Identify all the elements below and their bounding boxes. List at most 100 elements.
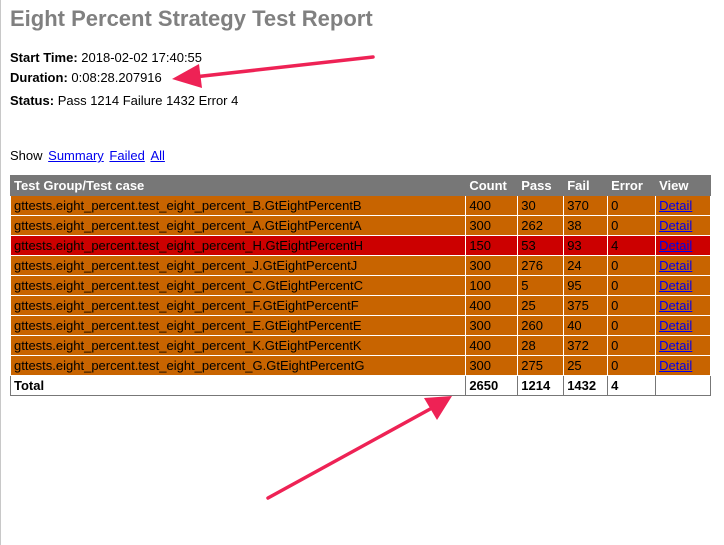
- test-case-name: gttests.eight_percent.test_eight_percent…: [9, 195, 467, 216]
- test-case-name: gttests.eight_percent.test_eight_percent…: [9, 275, 467, 296]
- annotation-arrow-total: [266, 396, 452, 500]
- detail-link[interactable]: Detail: [659, 218, 692, 233]
- test-case-name: gttests.eight_percent.test_eight_percent…: [9, 295, 467, 316]
- count-cell: 400: [465, 195, 519, 216]
- show-label: Show: [10, 148, 43, 163]
- table-row: gttests.eight_percent.test_eight_percent…: [9, 275, 711, 296]
- test-case-name: gttests.eight_percent.test_eight_percent…: [9, 335, 467, 356]
- error-cell: 0: [607, 255, 657, 276]
- start-time-row: Start Time: 2018-02-02 17:40:55: [10, 50, 202, 65]
- fail-cell: 370: [563, 195, 609, 216]
- header-count: Count: [465, 175, 519, 196]
- detail-link[interactable]: Detail: [659, 238, 692, 253]
- table-row: gttests.eight_percent.test_eight_percent…: [9, 355, 711, 376]
- header-test-group: Test Group/Test case: [9, 175, 467, 196]
- count-cell: 300: [465, 315, 519, 336]
- error-cell: 0: [607, 355, 657, 376]
- error-cell: 0: [607, 315, 657, 336]
- table-row: gttests.eight_percent.test_eight_percent…: [9, 255, 711, 276]
- table-row: gttests.eight_percent.test_eight_percent…: [9, 195, 711, 216]
- view-cell: Detail: [655, 315, 711, 336]
- duration-label: Duration:: [10, 70, 68, 85]
- status-value: Pass 1214 Failure 1432 Error 4: [57, 93, 239, 108]
- fail-cell: 38: [563, 215, 609, 236]
- detail-link[interactable]: Detail: [659, 358, 692, 373]
- failed-link[interactable]: Failed: [109, 148, 144, 163]
- test-case-name: gttests.eight_percent.test_eight_percent…: [9, 355, 467, 376]
- fail-cell: 25: [563, 355, 609, 376]
- total-fail: 1432: [563, 375, 609, 396]
- pass-cell: 28: [517, 335, 565, 356]
- test-case-name: gttests.eight_percent.test_eight_percent…: [9, 215, 467, 236]
- table-header-row: Test Group/Test case Count Pass Fail Err…: [9, 175, 711, 196]
- detail-link[interactable]: Detail: [659, 278, 692, 293]
- error-cell: 0: [607, 295, 657, 316]
- table-row: gttests.eight_percent.test_eight_percent…: [9, 215, 711, 236]
- error-cell: 0: [607, 335, 657, 356]
- test-case-name: gttests.eight_percent.test_eight_percent…: [9, 255, 467, 276]
- view-cell: Detail: [655, 335, 711, 356]
- summary-link[interactable]: Summary: [48, 148, 104, 163]
- pass-cell: 275: [517, 355, 565, 376]
- header-error: Error: [607, 175, 657, 196]
- pass-cell: 25: [517, 295, 565, 316]
- count-cell: 300: [465, 215, 519, 236]
- fail-cell: 375: [563, 295, 609, 316]
- detail-link[interactable]: Detail: [659, 258, 692, 273]
- error-cell: 0: [607, 275, 657, 296]
- total-view: [655, 375, 711, 396]
- count-cell: 300: [465, 255, 519, 276]
- table-row: gttests.eight_percent.test_eight_percent…: [9, 335, 711, 356]
- count-cell: 100: [465, 275, 519, 296]
- test-case-name: gttests.eight_percent.test_eight_percent…: [9, 235, 467, 256]
- count-cell: 400: [465, 295, 519, 316]
- count-cell: 300: [465, 355, 519, 376]
- view-cell: Detail: [655, 195, 711, 216]
- detail-link[interactable]: Detail: [659, 298, 692, 313]
- count-cell: 400: [465, 335, 519, 356]
- start-time-value: 2018-02-02 17:40:55: [81, 50, 203, 65]
- fail-cell: 24: [563, 255, 609, 276]
- view-cell: Detail: [655, 255, 711, 276]
- left-border: [0, 0, 1, 545]
- total-row: Total 2650 1214 1432 4: [9, 375, 711, 396]
- error-cell: 4: [607, 235, 657, 256]
- all-link[interactable]: All: [150, 148, 164, 163]
- show-filter: Show Summary Failed All: [10, 148, 165, 163]
- pass-cell: 5: [517, 275, 565, 296]
- view-cell: Detail: [655, 215, 711, 236]
- fail-cell: 95: [563, 275, 609, 296]
- detail-link[interactable]: Detail: [659, 338, 692, 353]
- pass-cell: 30: [517, 195, 565, 216]
- pass-cell: 53: [517, 235, 565, 256]
- total-label: Total: [9, 375, 467, 396]
- total-error: 4: [607, 375, 657, 396]
- fail-cell: 372: [563, 335, 609, 356]
- duration-row: Duration: 0:08:28.207916: [10, 70, 162, 85]
- error-cell: 0: [607, 195, 657, 216]
- count-cell: 150: [465, 235, 519, 256]
- pass-cell: 262: [517, 215, 565, 236]
- header-fail: Fail: [563, 175, 609, 196]
- total-pass: 1214: [517, 375, 565, 396]
- status-row: Status: Pass 1214 Failure 1432 Error 4: [10, 93, 238, 108]
- view-cell: Detail: [655, 355, 711, 376]
- report-title: Eight Percent Strategy Test Report: [10, 6, 373, 31]
- start-time-label: Start Time:: [10, 50, 78, 65]
- detail-link[interactable]: Detail: [659, 198, 692, 213]
- view-cell: Detail: [655, 235, 711, 256]
- header-view: View: [655, 175, 711, 196]
- detail-link[interactable]: Detail: [659, 318, 692, 333]
- status-label: Status:: [10, 93, 55, 108]
- results-table: Test Group/Test case Count Pass Fail Err…: [9, 175, 711, 396]
- duration-value: 0:08:28.207916: [71, 70, 162, 85]
- test-case-name: gttests.eight_percent.test_eight_percent…: [9, 315, 467, 336]
- header-pass: Pass: [517, 175, 565, 196]
- pass-cell: 260: [517, 315, 565, 336]
- annotation-arrow-duration: [172, 55, 375, 88]
- view-cell: Detail: [655, 295, 711, 316]
- table-row: gttests.eight_percent.test_eight_percent…: [9, 315, 711, 336]
- fail-cell: 93: [563, 235, 609, 256]
- fail-cell: 40: [563, 315, 609, 336]
- pass-cell: 276: [517, 255, 565, 276]
